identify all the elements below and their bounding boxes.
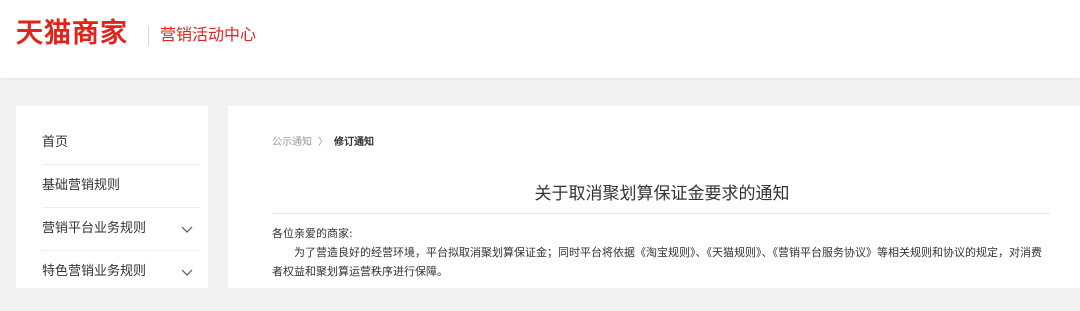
- title-divider: [272, 213, 1050, 214]
- sidebar-item-label: 特色营销业务规则: [42, 264, 147, 279]
- header-subtitle[interactable]: 营销活动中心: [160, 23, 256, 47]
- chevron-down-icon: [180, 208, 194, 250]
- article-greeting: 各位亲爱的商家:: [272, 227, 353, 240]
- top-header: 天猫商家 营销活动中心: [0, 0, 1080, 78]
- breadcrumb: 公示通知〉修订通知: [272, 136, 374, 150]
- tmall-merchant-logo[interactable]: 天猫商家: [16, 17, 128, 51]
- sidebar-nav: 首页 基础营销规则 营销平台业务规则 特色营销业务规则: [16, 106, 208, 294]
- sidebar-item-platform-rules[interactable]: 营销平台业务规则: [42, 208, 200, 251]
- sidebar-item-home[interactable]: 首页: [42, 122, 200, 165]
- article-panel: 公示通知〉修订通知 关于取消聚划算保证金要求的通知 各位亲爱的商家: 为了营造良…: [228, 106, 1080, 288]
- breadcrumb-current: 修订通知: [334, 137, 374, 148]
- sidebar-item-basic-rules[interactable]: 基础营销规则: [42, 165, 200, 208]
- breadcrumb-parent-link[interactable]: 公示通知: [272, 137, 312, 148]
- article-title: 关于取消聚划算保证金要求的通知: [534, 184, 790, 204]
- sidebar-item-label: 首页: [42, 135, 69, 150]
- chevron-down-icon: [180, 251, 194, 293]
- breadcrumb-separator-icon: 〉: [318, 137, 328, 148]
- sidebar-item-label: 营销平台业务规则: [42, 221, 147, 236]
- article-paragraph: 为了营造良好的经营环境，平台拟取消聚划算保证金；同时平台将依据《淘宝规则》、《天…: [272, 246, 1042, 278]
- header-divider: [148, 26, 149, 46]
- sidebar-item-label: 基础营销规则: [42, 178, 121, 193]
